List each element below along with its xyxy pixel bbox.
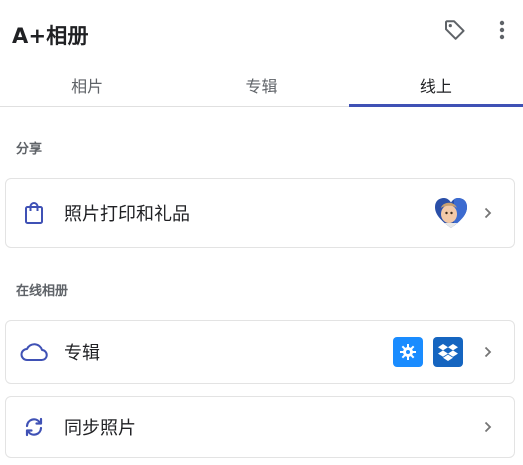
sync-icon <box>20 413 48 441</box>
print-gifts-item[interactable]: 照片打印和礼品 <box>5 178 515 248</box>
tab-photos[interactable]: 相片 <box>0 64 174 106</box>
chevron-right-icon <box>482 205 494 221</box>
dropbox-icon <box>433 337 463 367</box>
gear-service-icon <box>393 337 423 367</box>
app-header: A+相册 <box>0 0 523 64</box>
sync-photos-item[interactable]: 同步照片 <box>5 396 515 458</box>
cloud-icon <box>20 338 48 366</box>
tab-online[interactable]: 线上 <box>348 64 523 107</box>
print-gifts-label: 照片打印和礼品 <box>64 204 190 225</box>
chevron-right-icon <box>482 344 494 360</box>
tag-icon[interactable] <box>441 16 469 44</box>
sync-photos-label: 同步照片 <box>64 418 136 439</box>
online-albums-item[interactable]: 专辑 <box>5 320 515 384</box>
tab-bar: 相片 专辑 线上 <box>0 64 523 107</box>
section-label-share: 分享 <box>16 142 43 157</box>
chevron-right-icon <box>482 419 494 435</box>
shopping-bag-icon <box>20 199 48 227</box>
app-title: A+相册 <box>12 24 89 48</box>
more-vert-icon[interactable] <box>488 16 516 44</box>
section-label-online: 在线相册 <box>16 284 69 299</box>
tab-albums[interactable]: 专辑 <box>174 64 348 106</box>
online-albums-label: 专辑 <box>64 343 100 364</box>
child-photo-thumbnail <box>434 196 468 230</box>
